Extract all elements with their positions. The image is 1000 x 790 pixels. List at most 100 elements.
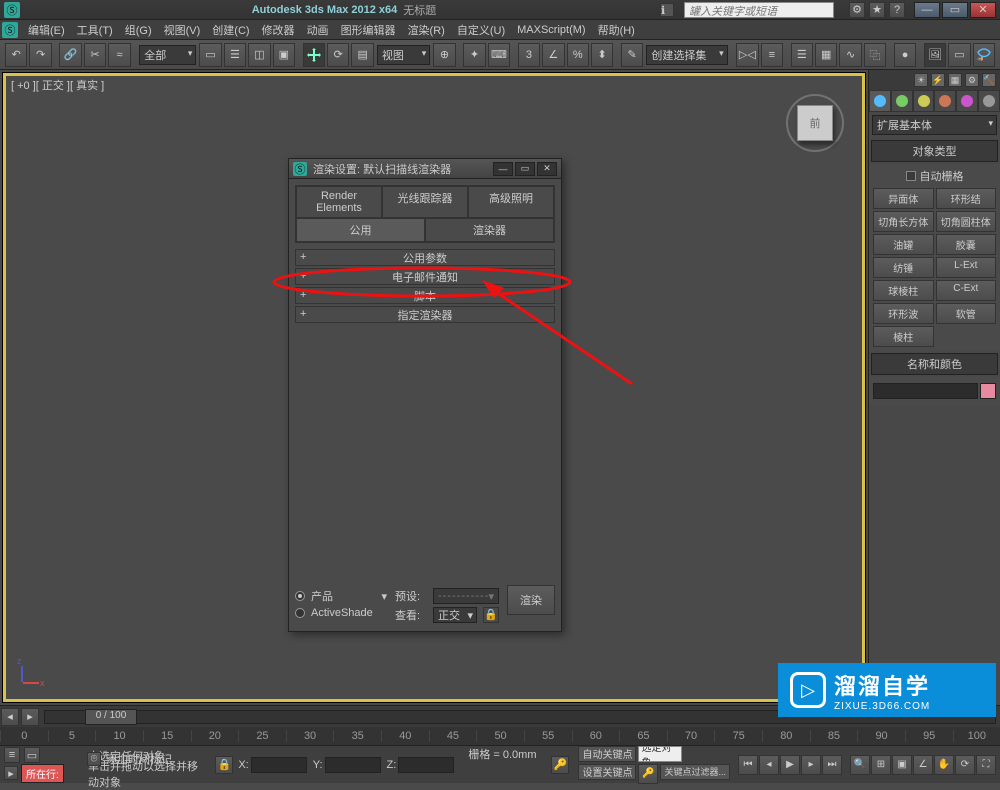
- primitive-button-5[interactable]: 胶囊: [936, 234, 997, 255]
- hammer-icon[interactable]: 🔨: [982, 73, 996, 87]
- now-line-button[interactable]: 所在行:: [21, 764, 64, 783]
- rollout-object-type[interactable]: 对象类型: [871, 140, 998, 162]
- viewport-label[interactable]: [ +0 ][ 正交 ][ 真实 ]: [11, 77, 104, 93]
- align-button[interactable]: ≡: [761, 43, 783, 67]
- viewcube-face[interactable]: 前: [797, 105, 833, 141]
- primitive-button-7[interactable]: L-Ext: [936, 257, 997, 278]
- undo-button[interactable]: ↶: [5, 43, 27, 67]
- menu-rendering[interactable]: 渲染(R): [402, 20, 451, 40]
- menu-tools[interactable]: 工具(T): [71, 20, 119, 40]
- select-button[interactable]: ▭: [199, 43, 221, 67]
- create-tab[interactable]: [869, 90, 891, 112]
- rollout-name-color[interactable]: 名称和颜色: [871, 353, 998, 375]
- render-setup-button[interactable]: 🖼: [924, 43, 946, 67]
- z-field[interactable]: [398, 757, 454, 773]
- select-manipulate-button[interactable]: ✦: [463, 43, 485, 67]
- tab-render-elements[interactable]: Render Elements: [296, 186, 382, 218]
- layers-button[interactable]: ☰: [791, 43, 813, 67]
- object-color-swatch[interactable]: [980, 383, 996, 399]
- window-maximize-button[interactable]: ▭: [942, 2, 968, 18]
- refcoord-dropdown[interactable]: 视图: [377, 45, 430, 65]
- material-editor-button[interactable]: ●: [894, 43, 916, 67]
- pan-button[interactable]: ✋: [934, 755, 954, 775]
- move-button[interactable]: [303, 43, 325, 67]
- grid-icon[interactable]: ▦: [948, 73, 962, 87]
- primitive-button-12[interactable]: 棱柱: [873, 326, 934, 347]
- autogrid-checkbox[interactable]: [906, 171, 916, 181]
- autogrid-checkbox-row[interactable]: 自动栅格: [871, 166, 998, 186]
- selection-filter-dropdown[interactable]: 全部: [139, 45, 196, 65]
- maximize-viewport-button[interactable]: ⛶: [976, 755, 996, 775]
- modify-tab[interactable]: [891, 90, 913, 112]
- primitive-button-1[interactable]: 环形结: [936, 188, 997, 209]
- render-button[interactable]: [973, 43, 995, 67]
- viewcube[interactable]: 前: [785, 93, 845, 153]
- rollout-assign-renderer[interactable]: 指定渲染器: [295, 306, 555, 323]
- listener-mini-button[interactable]: ▭: [24, 747, 40, 763]
- menu-customize[interactable]: 自定义(U): [451, 20, 511, 40]
- goto-start-button[interactable]: ⏮: [738, 755, 758, 775]
- angle-snap-button[interactable]: ∠: [542, 43, 564, 67]
- menu-view[interactable]: 视图(V): [158, 20, 207, 40]
- hierarchy-tab[interactable]: [913, 90, 935, 112]
- scale-button[interactable]: ▤: [351, 43, 373, 67]
- radio-activeshade[interactable]: [295, 608, 305, 618]
- primitive-button-10[interactable]: 环形波: [873, 303, 934, 324]
- fov-button[interactable]: ∠: [913, 755, 933, 775]
- flyout-icon[interactable]: ▸: [4, 766, 18, 780]
- key-selection-set[interactable]: 选定对象: [638, 746, 682, 762]
- motion-tab[interactable]: [934, 90, 956, 112]
- dialog-titlebar[interactable]: Ⓢ 渲染设置: 默认扫描线渲染器 — ▭ ✕: [289, 159, 561, 179]
- time-tag-icon[interactable]: ⌾: [87, 752, 101, 766]
- tab-renderer[interactable]: 渲染器: [425, 218, 554, 242]
- prev-frame-button[interactable]: ◂: [759, 755, 779, 775]
- menu-help[interactable]: 帮助(H): [592, 20, 641, 40]
- primitive-button-3[interactable]: 切角圆柱体: [936, 211, 997, 232]
- tab-advanced-lighting[interactable]: 高级照明: [468, 186, 554, 218]
- rendered-frame-button[interactable]: ▭: [948, 43, 970, 67]
- rollout-scripts[interactable]: 脚本: [295, 287, 555, 304]
- render-button-dialog[interactable]: 渲染: [507, 585, 555, 615]
- spinner-snap-button[interactable]: ⬍: [591, 43, 613, 67]
- app-menu-icon[interactable]: Ⓢ: [2, 22, 18, 38]
- view-dropdown[interactable]: 正交: [433, 607, 477, 623]
- script-mini-button[interactable]: ≡: [4, 747, 20, 763]
- primitive-button-8[interactable]: 球棱柱: [873, 280, 934, 301]
- named-selection-dropdown[interactable]: 创建选择集: [646, 45, 727, 65]
- percent-snap-button[interactable]: %: [567, 43, 589, 67]
- menu-maxscript[interactable]: MAXScript(M): [511, 22, 591, 38]
- setkey-button[interactable]: 设置关键点: [578, 764, 636, 780]
- lock-selection-button[interactable]: 🔒: [215, 756, 233, 774]
- window-minimize-button[interactable]: —: [914, 2, 940, 18]
- help-search-input[interactable]: 罐入关键字或短语: [684, 2, 834, 18]
- sun-icon[interactable]: ☀: [914, 73, 928, 87]
- key-filters-button[interactable]: 关键点过滤器...: [660, 764, 730, 780]
- view-lock-button[interactable]: 🔒: [483, 607, 499, 623]
- flash-icon[interactable]: ⚡: [931, 73, 945, 87]
- zoom-extents-button[interactable]: ▣: [892, 755, 912, 775]
- gear-icon[interactable]: ⚙: [965, 73, 979, 87]
- time-config-arrow2[interactable]: ▸: [21, 708, 39, 726]
- menu-animation[interactable]: 动画: [301, 20, 335, 40]
- track-bar[interactable]: 0510152025303540455055606570758085909510…: [0, 727, 1000, 745]
- info-icon[interactable]: ℹ: [660, 3, 674, 17]
- help-icon[interactable]: ?: [889, 2, 905, 18]
- window-close-button[interactable]: ✕: [970, 2, 996, 18]
- autokey-button[interactable]: 自动关键点: [578, 746, 636, 762]
- primitive-button-2[interactable]: 切角长方体: [873, 211, 934, 232]
- snap-toggle-button[interactable]: 3: [518, 43, 540, 67]
- primitive-button-11[interactable]: 软管: [936, 303, 997, 324]
- object-category-dropdown[interactable]: 扩展基本体: [872, 115, 997, 135]
- select-name-button[interactable]: ☰: [224, 43, 246, 67]
- orbit-button[interactable]: ⟳: [955, 755, 975, 775]
- redo-button[interactable]: ↷: [29, 43, 51, 67]
- menu-modifiers[interactable]: 修改器: [256, 20, 301, 40]
- primitive-button-6[interactable]: 纺锤: [873, 257, 934, 278]
- app-icon[interactable]: Ⓢ: [4, 2, 20, 18]
- y-field[interactable]: [325, 757, 381, 773]
- rollout-email[interactable]: 电子邮件通知: [295, 268, 555, 285]
- dialog-minimize-button[interactable]: —: [493, 162, 513, 176]
- primitive-button-0[interactable]: 异面体: [873, 188, 934, 209]
- isolate-icon[interactable]: 🔑: [551, 756, 569, 774]
- preset-dropdown[interactable]: ----------------------------: [433, 588, 499, 604]
